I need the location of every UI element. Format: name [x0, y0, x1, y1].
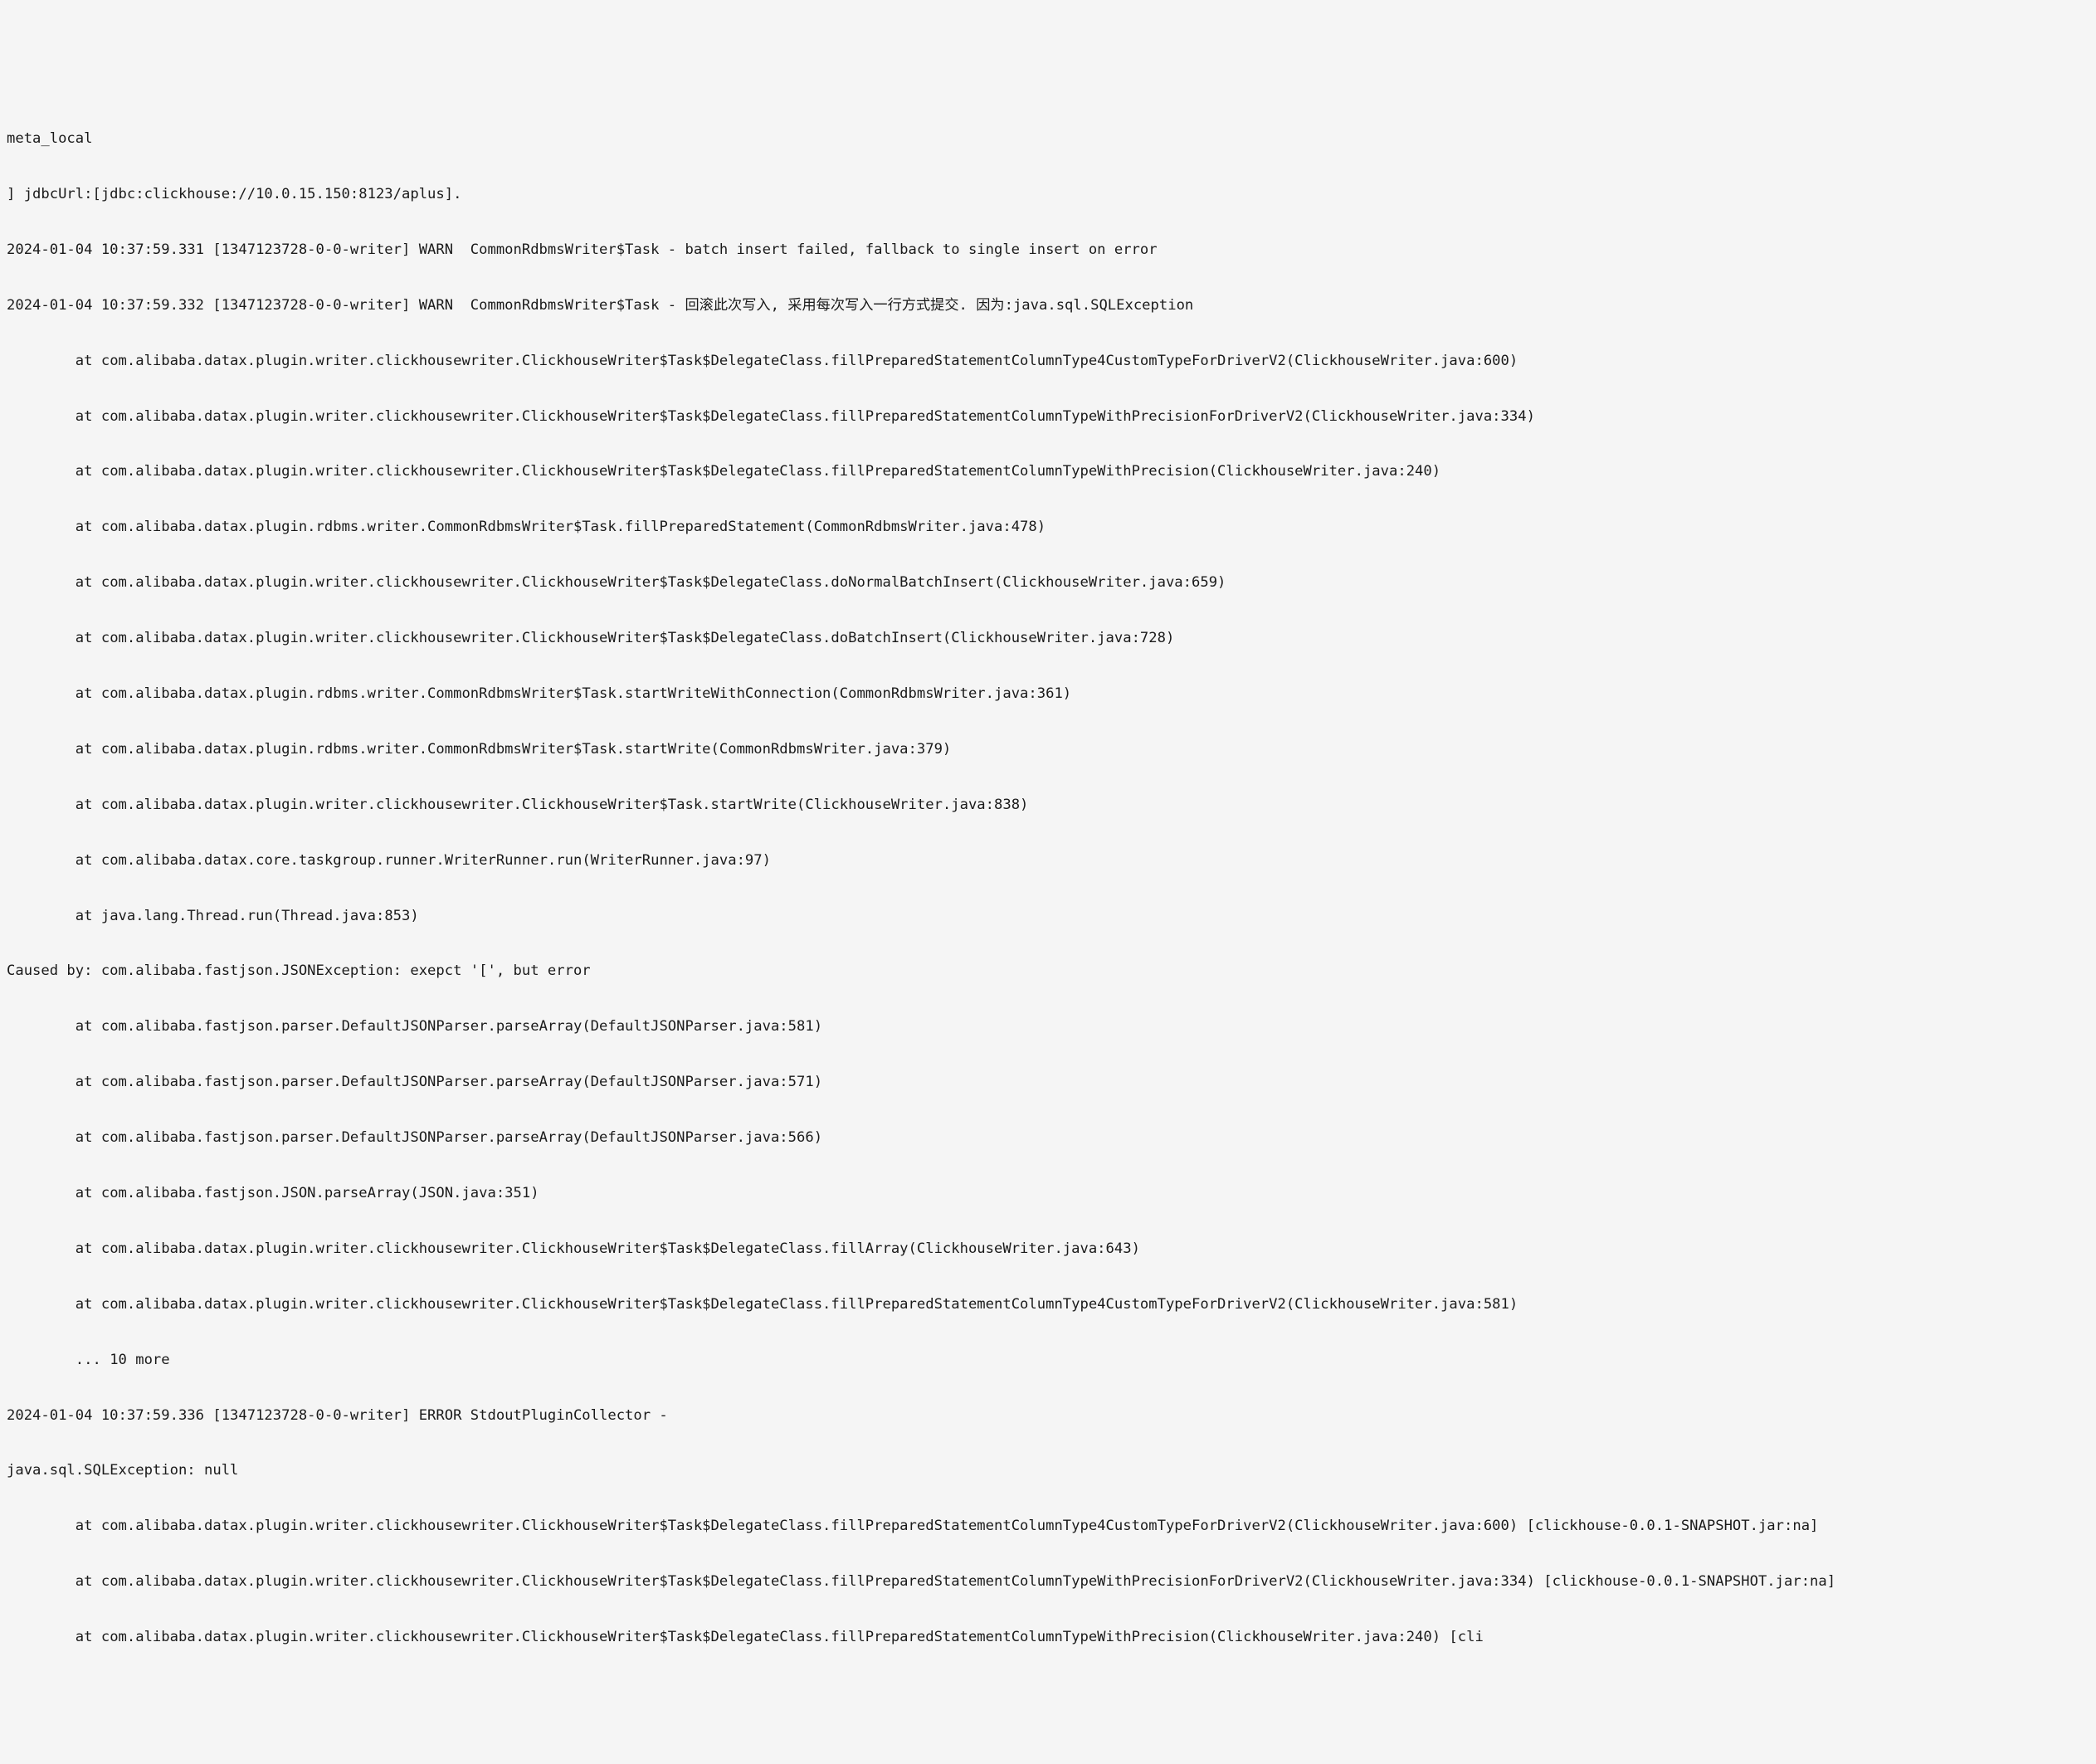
log-line: Caused by: com.alibaba.fastjson.JSONExce…: [7, 962, 2089, 980]
log-line: at java.lang.Thread.run(Thread.java:853): [7, 907, 2089, 925]
log-line: at com.alibaba.fastjson.parser.DefaultJS…: [7, 1073, 2089, 1091]
log-line: at com.alibaba.datax.plugin.rdbms.writer…: [7, 740, 2089, 758]
log-line: java.sql.SQLException: null: [7, 1461, 2089, 1479]
log-line: at com.alibaba.datax.plugin.writer.click…: [7, 1295, 2089, 1313]
log-line: 2024-01-04 10:37:59.331 [1347123728-0-0-…: [7, 241, 2089, 259]
log-output: meta_local ] jdbcUrl:[jdbc:clickhouse://…: [0, 92, 2096, 1671]
log-line: at com.alibaba.datax.plugin.rdbms.writer…: [7, 518, 2089, 536]
log-line: at com.alibaba.fastjson.parser.DefaultJS…: [7, 1017, 2089, 1035]
log-line: at com.alibaba.datax.plugin.rdbms.writer…: [7, 685, 2089, 703]
log-line: ... 10 more: [7, 1351, 2089, 1369]
log-line: at com.alibaba.datax.core.taskgroup.runn…: [7, 851, 2089, 870]
log-line: meta_local: [7, 129, 2089, 148]
log-line: at com.alibaba.datax.plugin.writer.click…: [7, 1572, 2089, 1591]
log-line: at com.alibaba.datax.plugin.writer.click…: [7, 1240, 2089, 1258]
log-line: at com.alibaba.datax.plugin.writer.click…: [7, 407, 2089, 426]
log-line: 2024-01-04 10:37:59.332 [1347123728-0-0-…: [7, 296, 2089, 314]
log-line: ] jdbcUrl:[jdbc:clickhouse://10.0.15.150…: [7, 185, 2089, 203]
log-line: at com.alibaba.datax.plugin.writer.click…: [7, 629, 2089, 647]
log-line: at com.alibaba.fastjson.JSON.parseArray(…: [7, 1184, 2089, 1202]
log-line: 2024-01-04 10:37:59.336 [1347123728-0-0-…: [7, 1406, 2089, 1425]
log-line: at com.alibaba.datax.plugin.writer.click…: [7, 1628, 2089, 1646]
log-line: at com.alibaba.datax.plugin.writer.click…: [7, 462, 2089, 480]
log-line: at com.alibaba.datax.plugin.writer.click…: [7, 352, 2089, 370]
log-line: at com.alibaba.datax.plugin.writer.click…: [7, 796, 2089, 814]
log-line: at com.alibaba.datax.plugin.writer.click…: [7, 1517, 2089, 1535]
log-line: at com.alibaba.datax.plugin.writer.click…: [7, 573, 2089, 592]
log-line: at com.alibaba.fastjson.parser.DefaultJS…: [7, 1128, 2089, 1147]
